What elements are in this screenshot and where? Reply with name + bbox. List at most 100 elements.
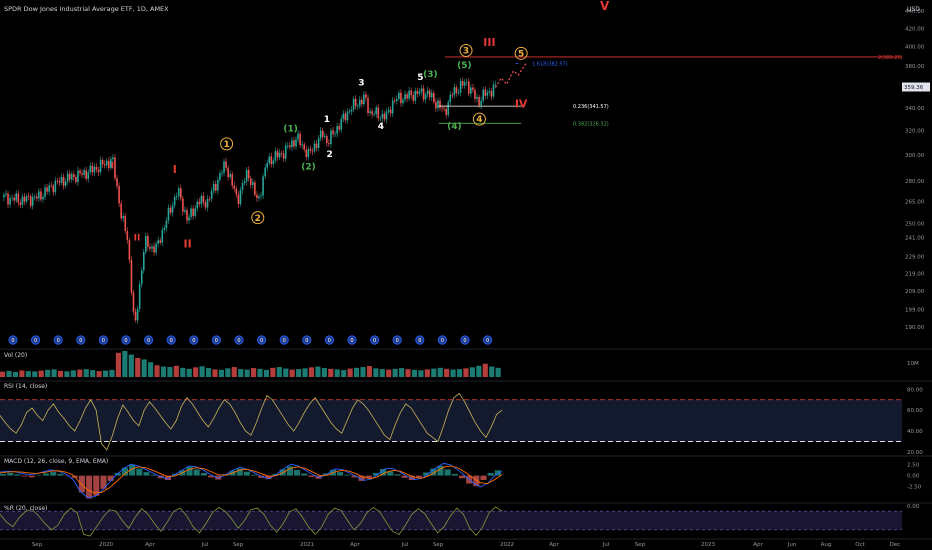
- event-marker-label: 0: [305, 338, 308, 344]
- event-marker-label: 0: [102, 338, 105, 344]
- candle-body: [280, 152, 283, 154]
- candle-body: [398, 92, 400, 99]
- macd-histogram-bar: [193, 469, 200, 476]
- volume-bar: [437, 367, 443, 377]
- volume-bar: [141, 359, 147, 377]
- candle-body: [177, 188, 180, 197]
- candle-body: [307, 149, 310, 158]
- candle-body: [270, 156, 273, 165]
- candle-body: [136, 308, 139, 321]
- volume-bar: [193, 367, 199, 377]
- price-axis-tick: 190.00: [905, 325, 925, 331]
- candle-body: [190, 208, 192, 218]
- time-axis-tick: 2020: [99, 542, 113, 548]
- candle-body: [258, 196, 260, 199]
- time-axis-tick: Oct: [855, 542, 865, 548]
- volume-bar: [276, 367, 282, 377]
- macd-axis-tick: 2.50: [907, 463, 920, 469]
- price-axis-tick: 380.00: [905, 64, 925, 70]
- candle-body: [29, 196, 32, 206]
- volume-bar: [225, 368, 231, 377]
- wave-label: (1): [283, 124, 298, 134]
- macd-axis-tick: 0.00: [907, 474, 920, 480]
- candle-body: [266, 163, 269, 168]
- volume-bar: [38, 370, 44, 377]
- volume-bar: [135, 357, 141, 377]
- volume-axis-tick: 10M: [907, 361, 919, 367]
- volume-bar: [45, 369, 51, 377]
- volume-bar: [257, 368, 263, 377]
- volume-bar: [244, 369, 250, 377]
- wave-label: 3: [463, 47, 469, 57]
- wave-label: (2): [301, 163, 316, 173]
- candle-body: [235, 188, 238, 195]
- candle-body: [237, 194, 240, 205]
- volume-bar: [353, 367, 360, 377]
- candle-body: [25, 196, 28, 202]
- wave-label: I: [173, 163, 177, 176]
- candle-body: [488, 91, 491, 93]
- candle-body: [326, 136, 328, 144]
- candle-body: [54, 180, 57, 193]
- candle-body: [134, 311, 137, 321]
- event-marker-label: 0: [79, 338, 82, 344]
- candle-body: [173, 196, 176, 206]
- level-label: 1.618(382.57): [532, 61, 568, 67]
- candle-body: [239, 190, 242, 205]
- time-axis-tick: Sep: [233, 542, 244, 548]
- volume-bar: [296, 369, 302, 377]
- candle-body: [480, 100, 482, 106]
- candle-body: [105, 160, 108, 166]
- candle-body: [198, 201, 201, 205]
- candle-body: [389, 109, 392, 114]
- candle-body: [15, 193, 18, 201]
- level-label: 0.382(326.32): [573, 121, 609, 127]
- candle-body: [260, 195, 262, 197]
- candle-body: [406, 94, 408, 99]
- candle-body: [167, 207, 170, 221]
- candle-body: [225, 161, 227, 168]
- volume-bar: [128, 354, 134, 377]
- candle-body: [472, 87, 474, 90]
- volume-bar: [109, 369, 115, 377]
- volume-bar: [270, 367, 276, 377]
- macd-histogram-bar: [136, 468, 143, 476]
- volume-bar: [154, 365, 160, 377]
- volume-bar: [19, 370, 25, 377]
- macd-histogram-bar: [200, 472, 207, 476]
- candle-body: [202, 195, 205, 203]
- volume-bar: [489, 366, 495, 377]
- price-axis-tick: 280.00: [905, 179, 925, 185]
- candle-body: [482, 89, 485, 101]
- candle-body: [373, 114, 375, 116]
- candle-body: [385, 111, 388, 120]
- candle-body: [303, 144, 306, 150]
- candle-body: [377, 107, 380, 119]
- candle-body: [334, 133, 336, 135]
- volume-bar: [444, 368, 450, 377]
- candle-body: [344, 113, 347, 121]
- volume-bar: [456, 369, 463, 377]
- candle-body: [7, 193, 9, 205]
- volume-bar: [238, 369, 244, 377]
- candle-body: [418, 91, 421, 94]
- candle-body: [87, 172, 90, 179]
- candle-body: [130, 259, 133, 293]
- macd-histogram-bar: [57, 473, 64, 476]
- volume-bar: [341, 370, 347, 377]
- candle-body: [410, 90, 413, 96]
- candle-body: [21, 196, 24, 205]
- time-axis-tick: 2023: [701, 542, 715, 548]
- macd-histogram-bar: [186, 466, 193, 476]
- candle-body: [68, 173, 71, 180]
- candle-body: [219, 173, 221, 181]
- event-marker-label: 0: [57, 338, 60, 344]
- volume-bar: [186, 368, 192, 377]
- event-marker-label: 0: [486, 338, 489, 344]
- volume-bar: [482, 363, 488, 377]
- candle-body: [371, 111, 373, 115]
- candle-body: [19, 202, 22, 205]
- time-axis-tick: Jun: [787, 542, 797, 548]
- candle-body: [313, 143, 316, 152]
- volume-bar: [392, 368, 398, 377]
